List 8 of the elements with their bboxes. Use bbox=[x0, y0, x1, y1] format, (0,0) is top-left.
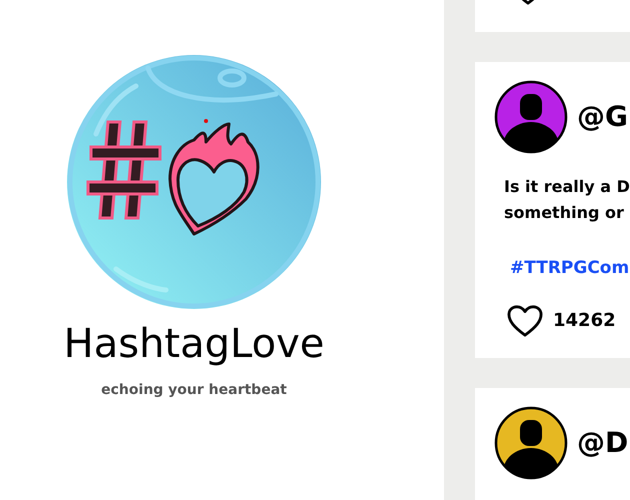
user-handle[interactable]: @G bbox=[577, 96, 628, 138]
hashtag-link[interactable]: #TTRPGCom bbox=[510, 256, 630, 282]
like-count: 14262 bbox=[553, 309, 616, 333]
user-handle[interactable]: @D bbox=[577, 422, 628, 464]
post-text: Is it really a D something or bbox=[504, 176, 630, 224]
heart-icon[interactable] bbox=[506, 304, 544, 338]
profile-tagline: echoing your heartbeat bbox=[101, 381, 287, 400]
profile-name: HashtagLove bbox=[64, 320, 324, 368]
